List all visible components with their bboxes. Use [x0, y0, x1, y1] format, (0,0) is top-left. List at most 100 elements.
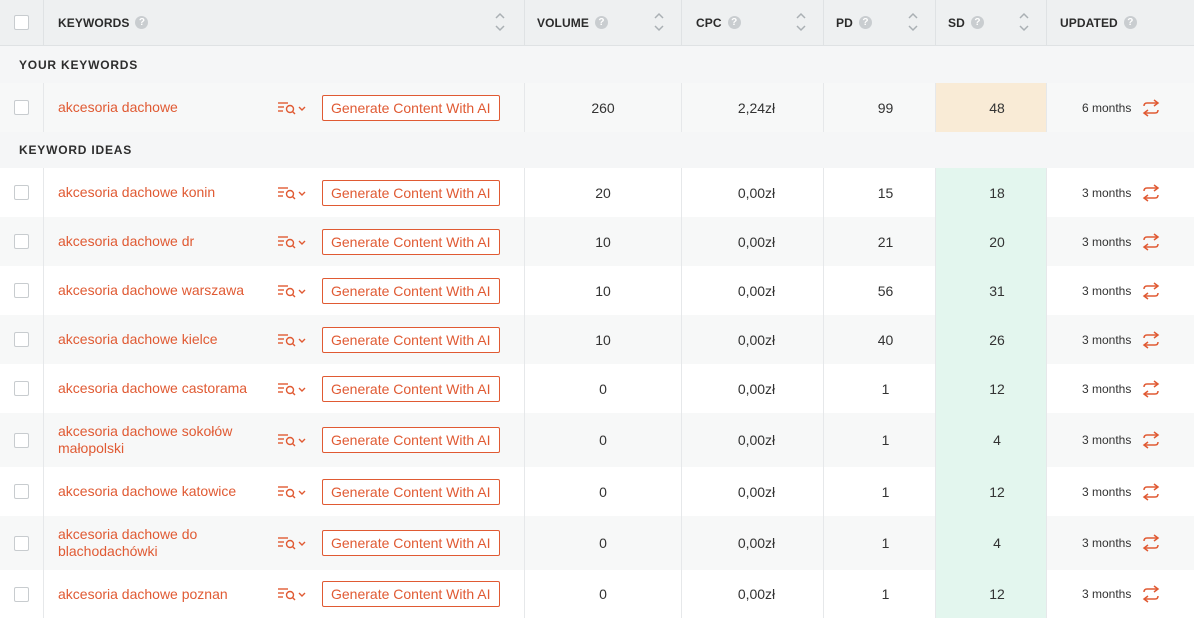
keyword-link[interactable]: akcesoria dachowe konin	[58, 184, 286, 201]
generate-content-button[interactable]: Generate Content With AI	[322, 94, 500, 121]
cpc-cell: 0,00zł	[682, 364, 824, 413]
refresh-icon[interactable]	[1141, 379, 1161, 398]
row-checkbox-cell	[0, 83, 44, 132]
volume-cell: 0	[525, 364, 682, 413]
sd-value: 20	[989, 233, 1005, 250]
serp-search-icon[interactable]	[277, 535, 309, 551]
help-icon[interactable]: ?	[858, 16, 872, 29]
sd-cell: 12	[936, 467, 1047, 516]
generate-content-button[interactable]: Generate Content With AI	[322, 179, 500, 206]
refresh-icon[interactable]	[1141, 281, 1161, 300]
updated-value: 3 months	[1082, 484, 1132, 499]
serp-search-icon[interactable]	[277, 432, 309, 448]
row-checkbox[interactable]	[14, 381, 29, 396]
header-updated[interactable]: UPDATED ?	[1047, 0, 1194, 45]
header-volume[interactable]: VOLUME ?	[525, 0, 682, 45]
select-all-checkbox[interactable]	[14, 15, 29, 30]
sd-cell: 12	[936, 364, 1047, 413]
volume-value: 10	[595, 331, 611, 348]
keyword-cell: akcesoria dachowe katowice Generate Cont…	[44, 467, 525, 516]
updated-value: 3 months	[1082, 234, 1132, 249]
generate-content-button[interactable]: Generate Content With AI	[322, 530, 500, 556]
refresh-icon[interactable]	[1141, 585, 1161, 603]
updated-value: 3 months	[1082, 536, 1132, 550]
keyword-link[interactable]: akcesoria dachowe katowice	[58, 483, 286, 500]
header-checkbox-cell	[0, 0, 44, 45]
generate-content-button[interactable]: Generate Content With AI	[322, 478, 500, 505]
keyword-link[interactable]: akcesoria dachowe kielce	[58, 331, 286, 348]
serp-search-icon[interactable]	[277, 484, 309, 500]
keyword-actions: Generate Content With AI	[277, 530, 500, 556]
help-icon[interactable]: ?	[970, 16, 984, 29]
keyword-link[interactable]: akcesoria dachowe warszawa	[58, 282, 286, 299]
row-checkbox[interactable]	[14, 100, 29, 115]
row-checkbox[interactable]	[14, 586, 29, 602]
header-cpc[interactable]: CPC ?	[682, 0, 824, 45]
header-keywords[interactable]: KEYWORDS ?	[44, 0, 525, 45]
sd-cell: 18	[936, 168, 1047, 217]
table-row: akcesoria dachowe katowice Generate Cont…	[0, 467, 1194, 516]
sort-arrows-icon[interactable]	[653, 10, 665, 34]
keyword-link[interactable]: akcesoria dachowe sokołów małopolski	[58, 423, 286, 457]
generate-content-button[interactable]: Generate Content With AI	[322, 326, 500, 353]
keyword-link[interactable]: akcesoria dachowe poznan	[58, 586, 286, 603]
refresh-icon[interactable]	[1141, 534, 1161, 552]
refresh-icon[interactable]	[1141, 330, 1161, 349]
refresh-icon[interactable]	[1141, 98, 1161, 117]
sort-arrows-icon[interactable]	[494, 10, 506, 34]
refresh-icon[interactable]	[1141, 183, 1161, 202]
volume-value: 10	[595, 282, 611, 299]
row-checkbox[interactable]	[14, 234, 29, 249]
generate-content-button[interactable]: Generate Content With AI	[322, 228, 500, 255]
refresh-icon[interactable]	[1141, 232, 1161, 251]
table-row: akcesoria dachowe castorama Generate Con…	[0, 364, 1194, 413]
help-icon[interactable]: ?	[727, 16, 741, 29]
header-sd[interactable]: SD ?	[936, 0, 1047, 45]
row-checkbox-cell	[0, 315, 44, 364]
sd-value: 12	[989, 380, 1005, 397]
serp-search-icon[interactable]	[277, 332, 309, 348]
row-checkbox[interactable]	[14, 332, 29, 347]
volume-cell: 0	[525, 570, 682, 618]
generate-content-button[interactable]: Generate Content With AI	[322, 277, 500, 304]
sort-arrows-icon[interactable]	[795, 10, 807, 34]
row-checkbox[interactable]	[14, 535, 29, 551]
refresh-icon[interactable]	[1141, 482, 1161, 501]
updated-cell: 3 months	[1047, 413, 1194, 467]
pd-value: 56	[877, 282, 894, 299]
row-checkbox[interactable]	[14, 185, 29, 200]
serp-search-icon[interactable]	[277, 381, 309, 397]
cpc-cell: 0,00zł	[682, 217, 824, 266]
sd-value: 48	[989, 99, 1005, 116]
volume-cell: 0	[525, 467, 682, 516]
updated-cell: 3 months	[1047, 315, 1194, 364]
generate-content-button[interactable]: Generate Content With AI	[322, 375, 500, 402]
updated-cell: 3 months	[1047, 516, 1194, 570]
sort-arrows-icon[interactable]	[907, 10, 919, 34]
pd-cell: 21	[824, 217, 936, 266]
header-pd[interactable]: PD ?	[824, 0, 936, 45]
help-icon[interactable]: ?	[594, 16, 608, 29]
serp-search-icon[interactable]	[277, 100, 309, 116]
keyword-link[interactable]: akcesoria dachowe	[58, 99, 286, 116]
keyword-cell: akcesoria dachowe konin Generate Content…	[44, 168, 525, 217]
help-icon[interactable]: ?	[135, 16, 149, 29]
row-checkbox[interactable]	[14, 283, 29, 298]
keyword-link[interactable]: akcesoria dachowe do blachodachówki	[58, 526, 286, 560]
row-checkbox[interactable]	[14, 432, 29, 448]
serp-search-icon[interactable]	[277, 234, 309, 250]
generate-content-button[interactable]: Generate Content With AI	[322, 581, 500, 607]
help-icon[interactable]: ?	[1123, 16, 1137, 29]
keyword-actions: Generate Content With AI	[277, 179, 500, 206]
keyword-link[interactable]: akcesoria dachowe castorama	[58, 380, 286, 397]
volume-value: 0	[599, 483, 607, 500]
serp-search-icon[interactable]	[277, 185, 309, 201]
serp-search-icon[interactable]	[277, 586, 309, 602]
sort-arrows-icon[interactable]	[1018, 10, 1030, 34]
serp-search-icon[interactable]	[277, 283, 309, 299]
row-checkbox[interactable]	[14, 484, 29, 499]
keyword-actions: Generate Content With AI	[277, 478, 500, 505]
refresh-icon[interactable]	[1141, 431, 1161, 449]
keyword-link[interactable]: akcesoria dachowe dr	[58, 233, 286, 250]
generate-content-button[interactable]: Generate Content With AI	[322, 427, 500, 453]
